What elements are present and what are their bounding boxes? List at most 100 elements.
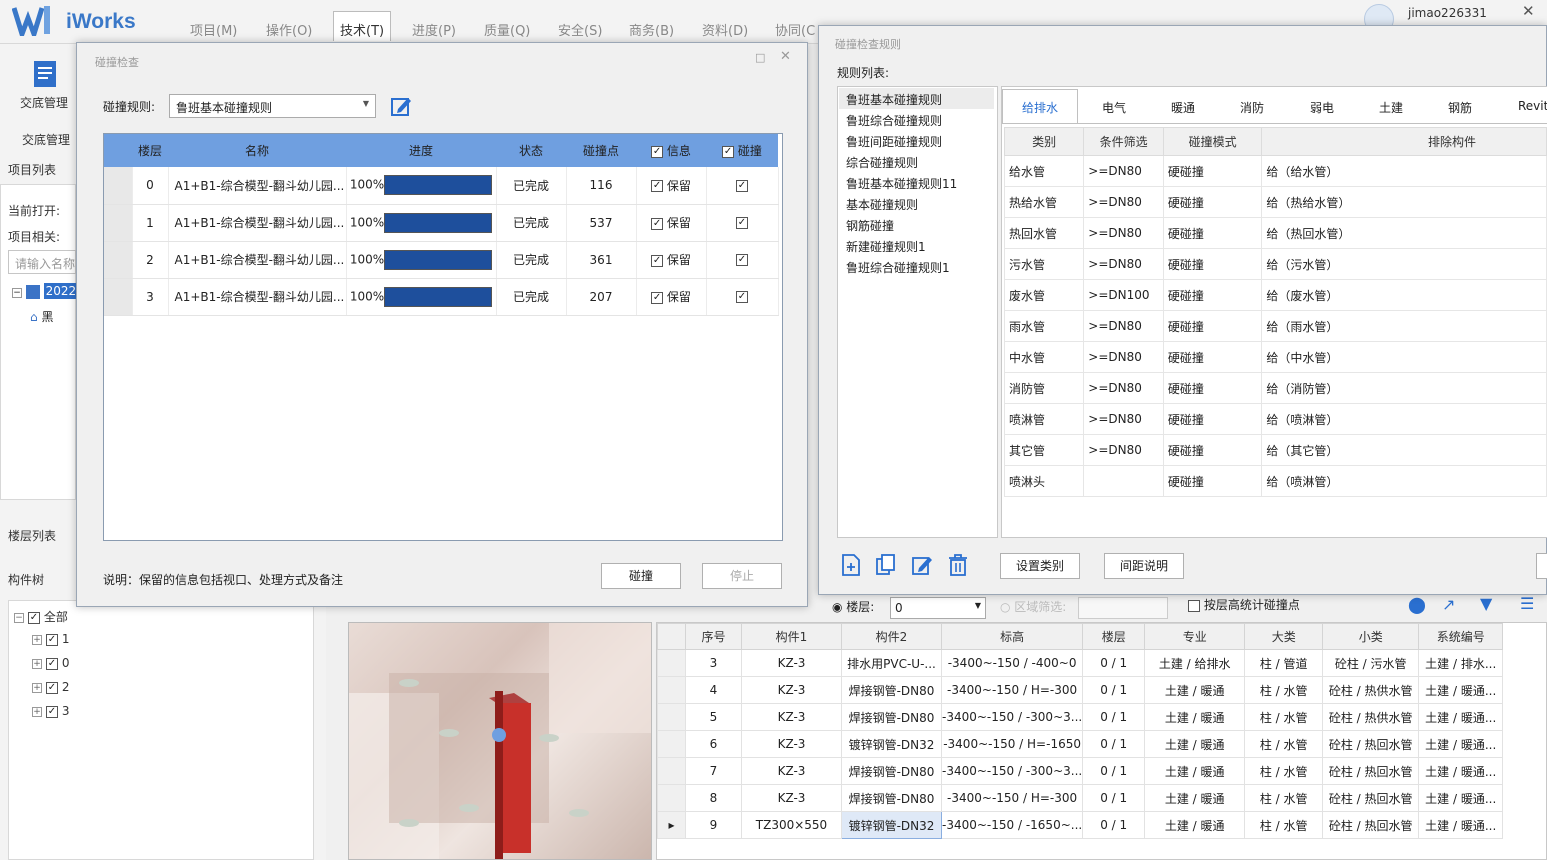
rule-row[interactable]: 废水管 >=DN100 硬碰撞 给（废水管） xyxy=(1003,279,1547,311)
rule-list-item[interactable]: 鲁班间距碰撞规则 xyxy=(846,133,942,150)
tab-water[interactable]: 给排水 xyxy=(1002,89,1078,123)
result-cell[interactable]: 土建 / 暖通 xyxy=(1144,784,1246,812)
tab-fire[interactable]: 消防 xyxy=(1240,99,1264,116)
mode-cell[interactable]: 硬碰撞 xyxy=(1162,186,1263,218)
menu-business[interactable]: 商务(B) xyxy=(629,20,674,39)
result-cell[interactable]: 柱 / 水管 xyxy=(1244,703,1324,731)
result-cell[interactable]: 土建 / 暖通... xyxy=(1418,784,1504,812)
column-header-exclude[interactable]: 排除构件 xyxy=(1261,127,1547,156)
filter-cell[interactable]: >=DN80 xyxy=(1083,155,1164,187)
tree-item-floor[interactable]: + ✓ 3 xyxy=(32,704,69,718)
column-header-floor[interactable]: 楼层 xyxy=(132,134,168,167)
rule-list-item[interactable]: 综合碰撞规则 xyxy=(846,154,918,171)
row-header[interactable] xyxy=(104,167,133,205)
result-cell[interactable]: 砼柱 / 热回水管 xyxy=(1322,757,1420,785)
clash-checkbox[interactable]: ✓ xyxy=(736,217,748,229)
rule-list-item[interactable]: 鲁班基本碰撞规则 xyxy=(846,91,942,108)
result-cell[interactable]: -3400~-150 / -300~3... xyxy=(940,703,1084,731)
location-icon[interactable]: ⬤ xyxy=(1408,595,1426,614)
column-header-points[interactable]: 碰撞点 xyxy=(566,134,636,167)
result-cell[interactable]: 0 / 1 xyxy=(1082,757,1146,785)
row-header[interactable] xyxy=(104,241,133,279)
rule-list-item[interactable]: 钢筋碰撞 xyxy=(846,217,894,234)
document-list-icon[interactable] xyxy=(32,60,58,88)
result-cell[interactable]: KZ-3 xyxy=(741,730,842,758)
result-cell[interactable]: 土建 / 暖通 xyxy=(1144,703,1246,731)
maximize-icon[interactable]: □ xyxy=(755,51,765,64)
tree-item-floor[interactable]: + ✓ 1 xyxy=(32,632,69,646)
result-cell[interactable]: -3400~-150 / H=-300 xyxy=(940,676,1084,704)
exclude-cell[interactable]: 给（废水管） xyxy=(1261,279,1547,311)
result-cell[interactable]: 土建 / 暖通 xyxy=(1144,730,1246,758)
result-cell[interactable]: KZ-3 xyxy=(741,784,842,812)
row-header[interactable] xyxy=(657,757,686,785)
result-cell[interactable]: 焊接钢管-DN80 xyxy=(841,757,942,785)
column-header-status[interactable]: 状态 xyxy=(496,134,566,167)
result-cell[interactable]: 砼柱 / 热供水管 xyxy=(1322,703,1420,731)
edit-rule-icon[interactable] xyxy=(911,554,933,576)
floor-select[interactable]: 0 ▼ xyxy=(890,597,986,619)
menu-safety[interactable]: 安全(S) xyxy=(558,20,602,39)
exclude-cell[interactable]: 给（给水管） xyxy=(1261,155,1547,187)
rule-list-item[interactable]: 鲁班基本碰撞规则11 xyxy=(846,175,957,192)
rule-list-item[interactable]: 基本碰撞规则 xyxy=(846,196,918,213)
result-cell[interactable]: 0 / 1 xyxy=(1082,703,1146,731)
rule-list-item[interactable]: 鲁班综合碰撞规则1 xyxy=(846,259,950,276)
result-row[interactable]: 4 KZ-3 焊接钢管-DN80 -3400~-150 / H=-300 0 / 1 土建… xyxy=(657,676,1504,704)
filter-cell[interactable]: >=DN80 xyxy=(1083,434,1164,466)
category-cell[interactable]: 喷淋头 xyxy=(1003,465,1085,497)
new-rule-icon[interactable] xyxy=(841,554,861,576)
exclude-cell[interactable]: 给（喷淋管） xyxy=(1261,465,1547,497)
result-cell[interactable]: 镀锌钢管-DN32 xyxy=(841,730,942,758)
result-cell[interactable]: 柱 / 水管 xyxy=(1244,811,1324,839)
result-cell[interactable]: 土建 / 暖通... xyxy=(1418,811,1504,839)
column-header-name[interactable]: 名称 xyxy=(168,134,346,167)
menu-operation[interactable]: 操作(O) xyxy=(266,20,312,39)
clash-button[interactable]: 碰撞 xyxy=(601,563,681,589)
exclude-cell[interactable]: 给（中水管） xyxy=(1261,341,1547,373)
result-cell[interactable]: 0 / 1 xyxy=(1082,811,1146,839)
close-icon[interactable]: ✕ xyxy=(1522,2,1535,20)
clash-checkbox[interactable]: ✓ xyxy=(736,179,748,192)
rule-row[interactable]: 中水管 >=DN80 硬碰撞 给（中水管） xyxy=(1003,341,1547,373)
filter-cell[interactable]: >=DN80 xyxy=(1083,372,1164,404)
column-header-category[interactable]: 类别 xyxy=(1003,127,1085,156)
clash-row[interactable]: 2 A1+B1-综合模型-翻斗幼儿园... 100% 已完成 361 ✓ 保留 ✓ xyxy=(104,241,779,279)
exclude-cell[interactable]: 给（消防管） xyxy=(1261,372,1547,404)
result-cell[interactable]: 6 xyxy=(685,730,742,758)
category-cell[interactable]: 消防管 xyxy=(1003,372,1085,404)
category-cell[interactable]: 给水管 xyxy=(1003,155,1085,187)
result-cell[interactable]: 土建 / 暖通 xyxy=(1144,757,1246,785)
rule-list-item[interactable]: 新建碰撞规则1 xyxy=(846,238,926,255)
result-cell[interactable]: 3 xyxy=(685,649,742,677)
row-header[interactable] xyxy=(657,649,686,677)
mode-cell[interactable]: 硬碰撞 xyxy=(1162,403,1263,435)
mode-cell[interactable]: 硬碰撞 xyxy=(1162,155,1263,187)
menu-documents[interactable]: 资料(D) xyxy=(702,20,748,39)
result-cell[interactable]: 土建 / 暖通... xyxy=(1418,703,1504,731)
row-header[interactable] xyxy=(657,703,686,731)
tree-item-floor[interactable]: + ✓ 2 xyxy=(32,680,69,694)
tab-electrical[interactable]: 电气 xyxy=(1102,99,1126,116)
edit-icon[interactable] xyxy=(390,95,412,117)
rule-row[interactable]: 消防管 >=DN80 硬碰撞 给（消防管） xyxy=(1003,372,1547,404)
result-cell[interactable]: 0 / 1 xyxy=(1082,649,1146,677)
menu-quality[interactable]: 质量(Q) xyxy=(484,20,530,39)
tab-low-voltage[interactable]: 弱电 xyxy=(1310,99,1334,116)
mode-cell[interactable]: 硬碰撞 xyxy=(1162,217,1263,249)
rule-row[interactable]: 喷淋头 硬碰撞 给（喷淋管） xyxy=(1003,465,1547,497)
copy-rule-icon[interactable] xyxy=(875,554,897,576)
result-cell[interactable]: 柱 / 水管 xyxy=(1244,757,1324,785)
result-cell[interactable]: 土建 / 暖通 xyxy=(1144,811,1246,839)
column-header-info[interactable]: ✓ 信息 xyxy=(636,134,706,167)
menu-collaboration[interactable]: 协同(C xyxy=(775,20,815,39)
column-header-mode[interactable]: 碰撞模式 xyxy=(1162,127,1263,156)
filter-cell[interactable]: >=DN80 xyxy=(1083,217,1164,249)
filter-cell[interactable] xyxy=(1083,465,1164,497)
tab-civil[interactable]: 土建 xyxy=(1379,99,1403,116)
mode-cell[interactable]: 硬碰撞 xyxy=(1162,279,1263,311)
filter-cell[interactable]: >=DN80 xyxy=(1083,248,1164,280)
result-cell[interactable]: 焊接钢管-DN80 xyxy=(841,703,942,731)
region-select[interactable] xyxy=(1078,597,1168,619)
close-icon[interactable]: ✕ xyxy=(780,49,791,64)
